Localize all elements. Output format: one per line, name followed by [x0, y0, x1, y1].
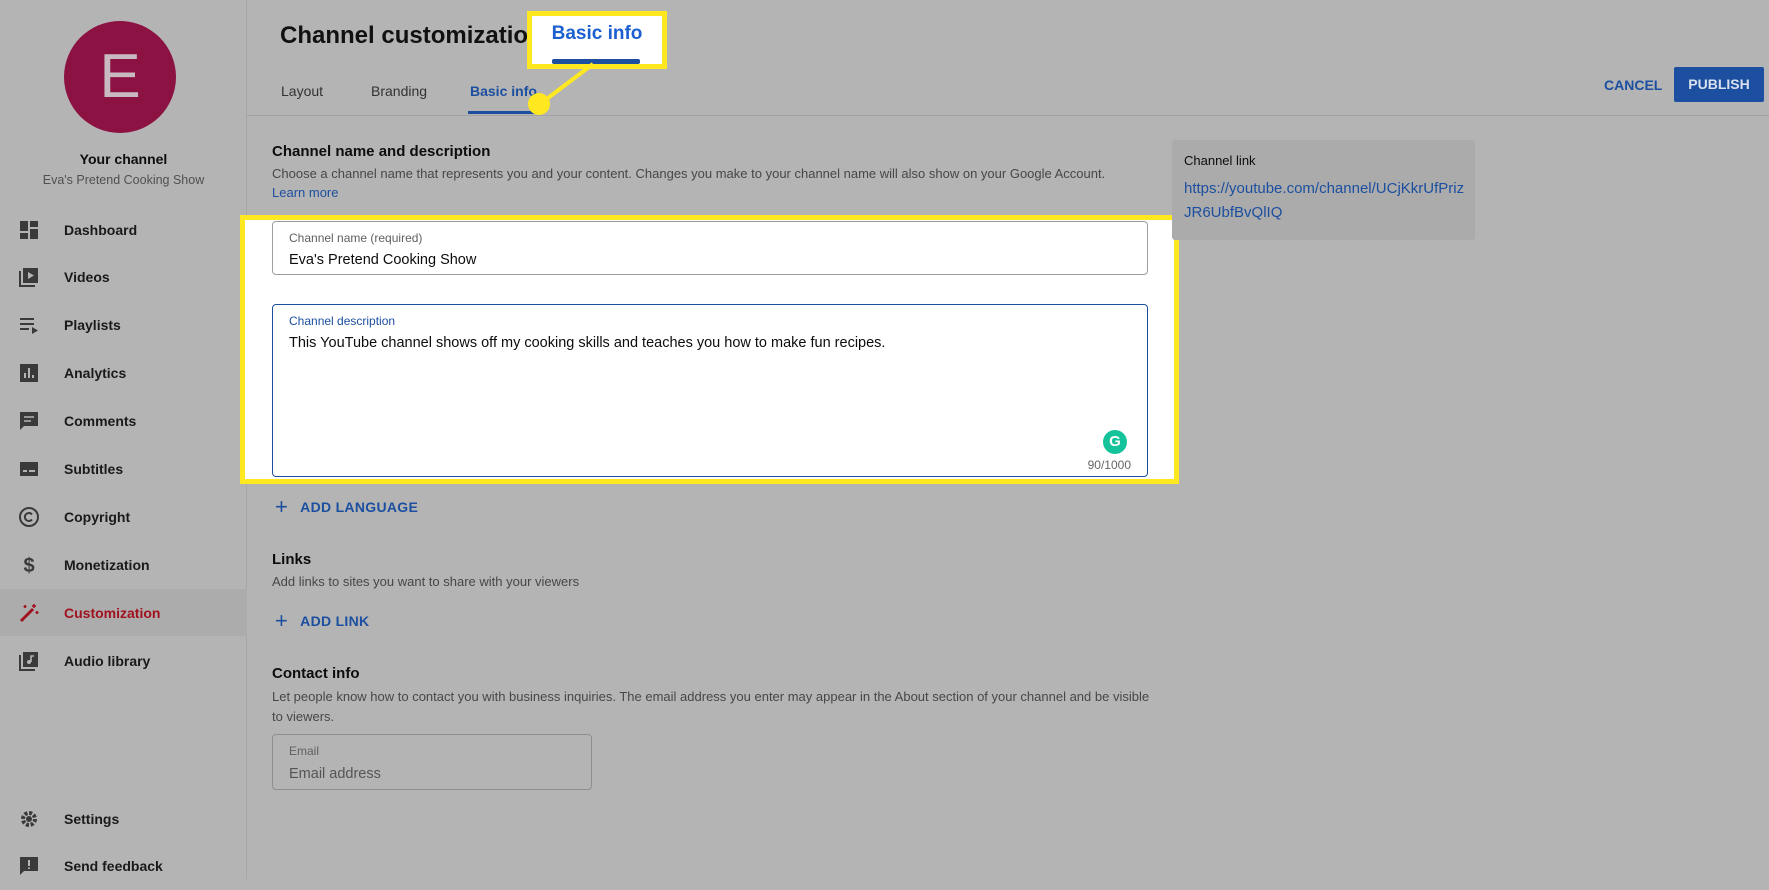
header-divider	[247, 115, 1769, 116]
channel-link-url[interactable]: https://youtube.com/channel/UCjKkrUfPriz…	[1184, 177, 1469, 225]
sidebar-item-monetization[interactable]: $ Monetization	[0, 541, 247, 588]
tab-branding[interactable]: Branding	[371, 83, 427, 99]
channel-description-label: Channel description	[289, 314, 396, 328]
sidebar-item-audio-library[interactable]: Audio library	[0, 637, 247, 684]
feedback-icon	[18, 855, 40, 877]
channel-name-label: Channel name (required)	[289, 231, 423, 245]
sidebar-item-dashboard[interactable]: Dashboard	[0, 206, 247, 253]
tab-layout[interactable]: Layout	[281, 83, 323, 99]
channel-name-label: Eva's Pretend Cooking Show	[42, 173, 205, 187]
email-input[interactable]: Email address	[289, 766, 381, 782]
sidebar-item-label: Dashboard	[64, 221, 138, 238]
comments-icon	[18, 410, 40, 432]
channel-description-input[interactable]: This YouTube channel shows off my cookin…	[289, 335, 885, 351]
grammarly-icon[interactable]: G	[1103, 430, 1127, 454]
playlists-icon	[18, 314, 40, 336]
sidebar-item-label: Audio library	[64, 652, 151, 669]
channel-name-field[interactable]: Channel name (required) Eva's Pretend Co…	[272, 221, 1148, 275]
add-language-button[interactable]: + ADD LANGUAGE	[275, 494, 418, 520]
contact-description: Let people know how to contact you with …	[272, 689, 1150, 724]
channel-description-field[interactable]: Channel description This YouTube channel…	[272, 304, 1148, 477]
sidebar-item-label: Copyright	[64, 508, 131, 525]
add-link-button[interactable]: + ADD LINK	[275, 608, 369, 634]
videos-icon	[18, 266, 40, 288]
svg-text:$: $	[23, 555, 34, 576]
sidebar-item-copyright[interactable]: Copyright	[0, 493, 247, 540]
email-field[interactable]: Email Email address	[272, 734, 592, 790]
sidebar-item-analytics[interactable]: Analytics	[0, 350, 247, 397]
sidebar-item-label: Settings	[64, 810, 120, 827]
section-heading: Channel name and description	[272, 143, 491, 160]
sidebar-item-label: Videos	[64, 269, 110, 286]
gear-icon	[18, 808, 40, 830]
links-description: Add links to sites you want to share wit…	[272, 574, 580, 589]
sidebar: E Your channel Eva's Pretend Cooking Sho…	[0, 0, 247, 879]
audio-library-icon	[18, 650, 40, 672]
sidebar-item-videos[interactable]: Videos	[0, 254, 247, 301]
channel-link-card: Channel link https://youtube.com/channel…	[1172, 140, 1475, 240]
magic-wand-icon	[18, 602, 40, 624]
avatar[interactable]: E	[64, 21, 176, 133]
section-description: Choose a channel name that represents yo…	[272, 166, 1106, 181]
callout-pointer	[528, 62, 595, 115]
plus-icon: +	[275, 608, 289, 633]
channel-link-label: Channel link	[1184, 153, 1256, 168]
contact-heading: Contact info	[272, 665, 360, 682]
sidebar-item-label: Customization	[64, 604, 161, 621]
sidebar-item-playlists[interactable]: Playlists	[0, 302, 247, 349]
sidebar-item-subtitles[interactable]: Subtitles	[0, 446, 247, 493]
callout-label: Basic info	[551, 23, 643, 44]
sidebar-item-label: Playlists	[64, 317, 121, 334]
cancel-button[interactable]: CANCEL	[1604, 77, 1662, 93]
dollar-icon: $	[18, 554, 40, 576]
sidebar-item-comments[interactable]: Comments	[0, 398, 247, 445]
email-label: Email	[289, 744, 320, 758]
learn-more-link[interactable]: Learn more	[272, 185, 338, 200]
sidebar-item-settings[interactable]: Settings	[0, 795, 247, 842]
plus-icon: +	[275, 494, 289, 519]
analytics-icon	[18, 362, 40, 384]
sidebar-item-label: Subtitles	[64, 461, 124, 477]
sidebar-item-label: Comments	[64, 413, 137, 430]
sidebar-item-label: Send feedback	[64, 858, 163, 874]
sidebar-item-send-feedback[interactable]: Send feedback	[0, 843, 247, 890]
sidebar-item-label: Monetization	[64, 556, 150, 573]
your-channel-label[interactable]: Your channel	[0, 151, 247, 167]
channel-name-input[interactable]: Eva's Pretend Cooking Show	[289, 252, 476, 268]
subtitles-icon	[18, 458, 40, 480]
add-language-label: ADD LANGUAGE	[300, 499, 419, 515]
sidebar-item-customization[interactable]: Customization	[0, 589, 247, 637]
publish-button[interactable]: PUBLISH	[1674, 67, 1764, 102]
links-heading: Links	[272, 551, 312, 568]
dashboard-icon	[18, 219, 40, 241]
sidebar-item-label: Analytics	[64, 365, 127, 382]
copyright-icon	[18, 506, 40, 528]
add-link-label: ADD LINK	[300, 613, 370, 629]
page-title: Channel customization	[280, 22, 543, 49]
character-counter: 90/1000	[1087, 458, 1131, 472]
